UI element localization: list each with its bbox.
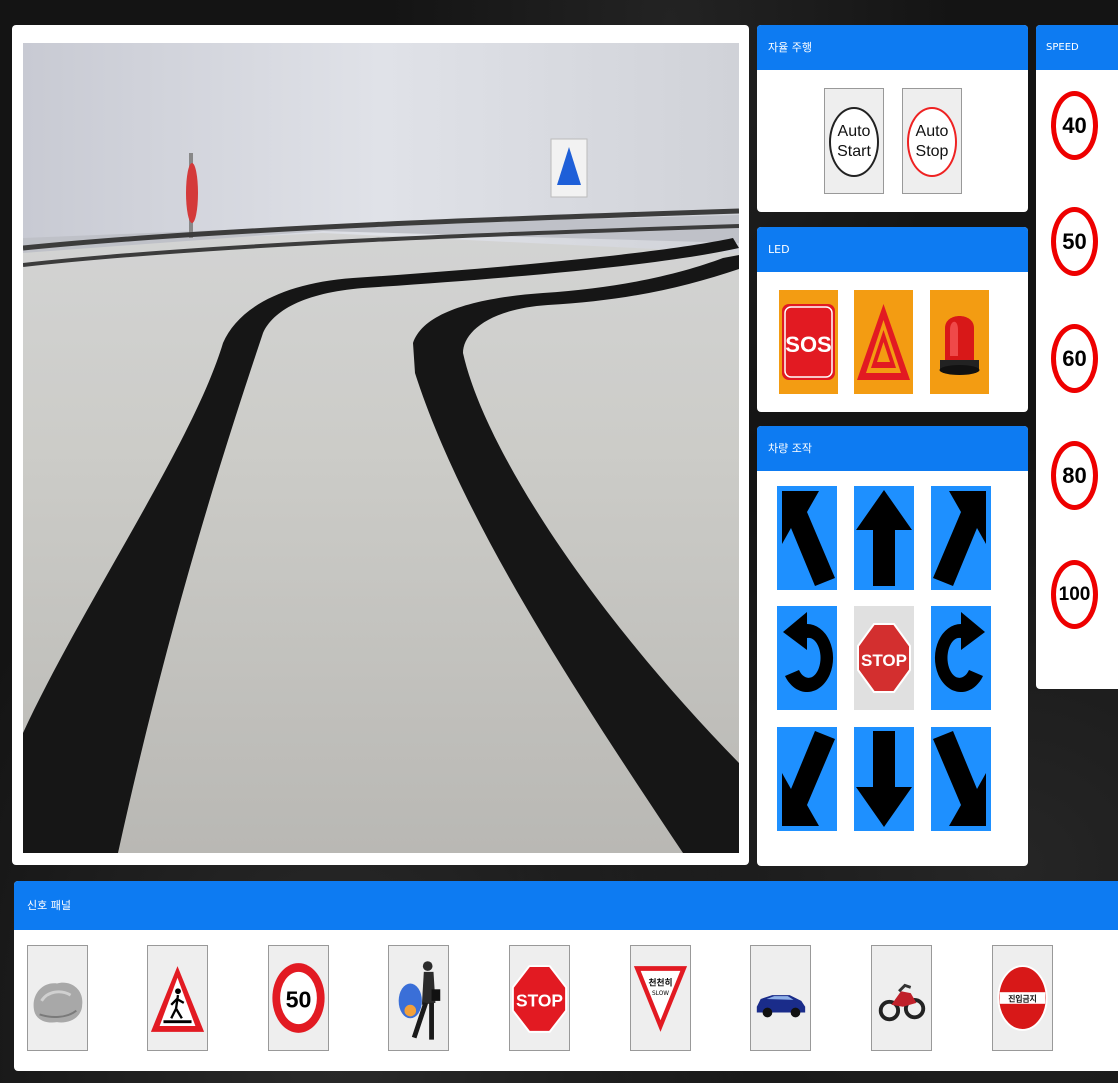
- stop-text: STOP: [861, 651, 907, 670]
- signal-no-entry-card[interactable]: 진입금지: [992, 945, 1053, 1051]
- yield-text: 천천히: [649, 976, 673, 988]
- camera-panel: [12, 25, 749, 865]
- warning-triangle-icon: [857, 304, 910, 380]
- signal-motorcycle-card[interactable]: [871, 945, 932, 1051]
- arrow-up-right-icon: [933, 491, 986, 586]
- rotate-right-icon: [934, 612, 985, 692]
- sos-button[interactable]: SOS: [779, 290, 838, 394]
- yield-sign-icon: 천천히 SLOW: [633, 966, 688, 1032]
- arrow-up-icon: [856, 490, 912, 586]
- rock-icon: [33, 982, 83, 1023]
- car-icon: [756, 995, 806, 1018]
- forward-button[interactable]: [854, 486, 914, 590]
- speed-40-button[interactable]: 40: [1051, 91, 1098, 160]
- rotate-right-button[interactable]: [931, 606, 991, 710]
- arrow-down-icon: [856, 731, 912, 827]
- auto-start-button[interactable]: Auto Start: [824, 88, 884, 194]
- camera-feed: [22, 43, 740, 853]
- auto-stop-line1: Auto: [915, 123, 949, 140]
- backward-button[interactable]: [854, 727, 914, 831]
- speed-panel: SPEED 40 50 60 80 100: [1036, 25, 1118, 689]
- signal-crosswalk-card[interactable]: [147, 945, 208, 1051]
- hazard-button[interactable]: [854, 290, 913, 394]
- no-entry-text: 진입금지: [1008, 993, 1036, 1003]
- beacon-button[interactable]: [930, 290, 989, 394]
- backward-right-button[interactable]: [931, 727, 991, 831]
- speed-50-button[interactable]: 50: [1051, 207, 1098, 276]
- stop-sign-icon: STOP: [511, 965, 568, 1033]
- auto-start-line2: Start: [837, 143, 871, 160]
- led-title: LED: [757, 227, 1028, 272]
- yield-subtext: SLOW: [652, 991, 669, 997]
- auto-start-line1: Auto: [837, 123, 871, 140]
- speed-title: SPEED: [1036, 25, 1118, 70]
- auto-drive-panel: 자율 주행 Auto Start Auto Stop: [757, 25, 1028, 212]
- signal-stop-text: STOP: [516, 991, 563, 1011]
- led-panel: LED SOS: [757, 227, 1028, 412]
- signal-speed50-card[interactable]: 50: [268, 945, 329, 1051]
- backward-left-button[interactable]: [777, 727, 837, 831]
- arrow-down-right-icon: [933, 731, 986, 826]
- auto-stop-button[interactable]: Auto Stop: [902, 88, 962, 194]
- vehicle-control-panel: 차량 조작 STOP: [757, 426, 1028, 866]
- rotate-left-button[interactable]: [777, 606, 837, 710]
- signal-yield-card[interactable]: 천천히 SLOW: [630, 945, 691, 1051]
- signal-car-card[interactable]: [750, 945, 811, 1051]
- forward-right-button[interactable]: [931, 486, 991, 590]
- sos-icon: SOS: [782, 304, 835, 380]
- rotate-left-icon: [783, 612, 834, 692]
- pedestrian-crossing-icon: [150, 966, 205, 1032]
- motorcycle-icon: [878, 983, 926, 1022]
- no-entry-icon: 진입금지: [997, 965, 1048, 1031]
- stop-button[interactable]: STOP: [854, 606, 914, 710]
- auto-drive-title: 자율 주행: [757, 25, 1028, 70]
- speed-60-button[interactable]: 60: [1051, 324, 1098, 393]
- signal-pedestrian-card[interactable]: [388, 945, 449, 1051]
- stop-sign-icon: STOP: [857, 623, 911, 693]
- red-beacon-icon: [939, 316, 980, 375]
- signal-rock-card[interactable]: [27, 945, 88, 1051]
- forward-left-button[interactable]: [777, 486, 837, 590]
- walking-person-icon: [398, 961, 441, 1040]
- vehicle-control-title: 차량 조작: [757, 426, 1028, 471]
- speed-80-button[interactable]: 80: [1051, 441, 1098, 510]
- speed50-text: 50: [286, 987, 312, 1013]
- signal-panel: 신호 패널 50 STOP 천천히 SLOW 진입금지: [14, 881, 1118, 1071]
- arrow-up-left-icon: [782, 491, 835, 586]
- signal-panel-title: 신호 패널: [14, 881, 1118, 930]
- signal-stop-card[interactable]: STOP: [509, 945, 570, 1051]
- auto-stop-line2: Stop: [915, 143, 949, 160]
- sos-text: SOS: [785, 332, 831, 357]
- arrow-down-left-icon: [782, 731, 835, 826]
- speed-limit-50-icon: 50: [272, 963, 325, 1033]
- speed-100-button[interactable]: 100: [1051, 560, 1098, 629]
